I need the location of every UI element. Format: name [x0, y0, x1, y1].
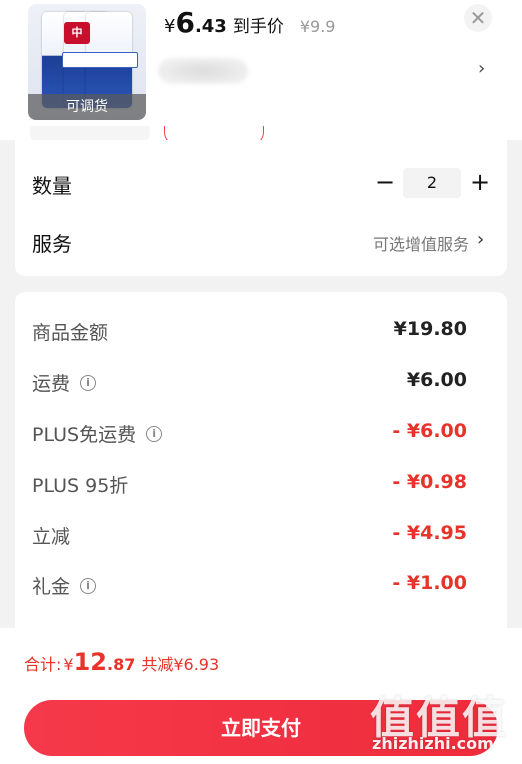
- total-savings: 共减¥6.93: [141, 655, 220, 674]
- service-label: 服务: [32, 232, 72, 256]
- quantity-input[interactable]: 2: [403, 168, 461, 198]
- breakdown-row: PLUS 95折 - ¥0.98: [15, 465, 507, 505]
- breakdown-label: 礼金 i: [32, 572, 97, 599]
- total-currency: ¥: [63, 655, 74, 674]
- product-header: 中 可调货 ¥ 6 .43 到手价 ¥9.9 ✕ ›: [0, 0, 522, 146]
- breakdown-row: PLUS免运费 i - ¥6.00: [15, 414, 507, 454]
- breakdown-value: - ¥6.00: [392, 420, 467, 442]
- breakdown-label: 运费 i: [32, 369, 97, 396]
- brand-logo: 中: [64, 22, 90, 44]
- options-card: 数量 − 2 + 服务 可选增值服务 ›: [15, 140, 507, 276]
- price-integer: 6: [175, 6, 195, 39]
- service-hint[interactable]: 可选增值服务: [373, 231, 469, 255]
- quantity-label: 数量: [32, 174, 72, 198]
- final-price-tag: 到手价: [232, 17, 284, 37]
- quantity-minus-button[interactable]: −: [373, 168, 397, 196]
- breakdown-label: PLUS免运费 i: [32, 420, 163, 447]
- chevron-right-icon[interactable]: ›: [477, 229, 484, 250]
- product-thumbnail[interactable]: 中 可调货: [28, 4, 146, 120]
- breakdown-row: 商品金额 ¥19.80: [15, 312, 507, 352]
- breakdown-row: 运费 i ¥6.00: [15, 363, 507, 403]
- breakdown-label: PLUS 95折: [32, 475, 129, 497]
- total-decimal: .87: [107, 655, 136, 674]
- breakdown-value: ¥6.00: [406, 369, 467, 391]
- breakdown-value: - ¥4.95: [392, 522, 467, 544]
- breakdown-label: 商品金额: [32, 322, 109, 344]
- price-row: ¥ 6 .43 到手价 ¥9.9: [164, 6, 336, 39]
- original-price: ¥9.9: [299, 17, 336, 36]
- close-icon[interactable]: ✕: [464, 4, 492, 32]
- info-icon[interactable]: i: [80, 374, 97, 391]
- pack-label-graphic: [62, 52, 138, 68]
- quantity-plus-button[interactable]: +: [468, 168, 492, 196]
- info-icon[interactable]: i: [80, 577, 97, 594]
- total-row: 合计: ¥ 12 .87 共减¥6.93: [24, 648, 219, 676]
- breakdown-value: - ¥0.98: [392, 471, 467, 493]
- total-label: 合计:: [24, 655, 62, 674]
- breakdown-label: 立减: [32, 526, 71, 548]
- breakdown-row: 礼金 i - ¥1.00: [15, 566, 507, 606]
- price-breakdown-card: 商品金额 ¥19.80 运费 i ¥6.00 PLUS免运费 i - ¥6.00 P…: [15, 292, 507, 652]
- total-integer: 12: [73, 648, 107, 676]
- breakdown-value: ¥19.80: [393, 318, 467, 340]
- chevron-right-icon[interactable]: ›: [478, 58, 485, 79]
- blurred-spec-text: [158, 58, 248, 84]
- stock-transfer-badge: 可调货: [28, 94, 146, 120]
- info-icon[interactable]: i: [146, 425, 163, 442]
- price-decimal: .43: [194, 16, 227, 37]
- pay-now-button[interactable]: 立即支付: [24, 700, 498, 756]
- checkout-bar: 合计: ¥ 12 .87 共减¥6.93 立即支付: [0, 628, 522, 764]
- price-currency: ¥: [164, 16, 176, 37]
- breakdown-value: - ¥1.00: [392, 572, 467, 594]
- breakdown-row: 立减 - ¥4.95: [15, 516, 507, 556]
